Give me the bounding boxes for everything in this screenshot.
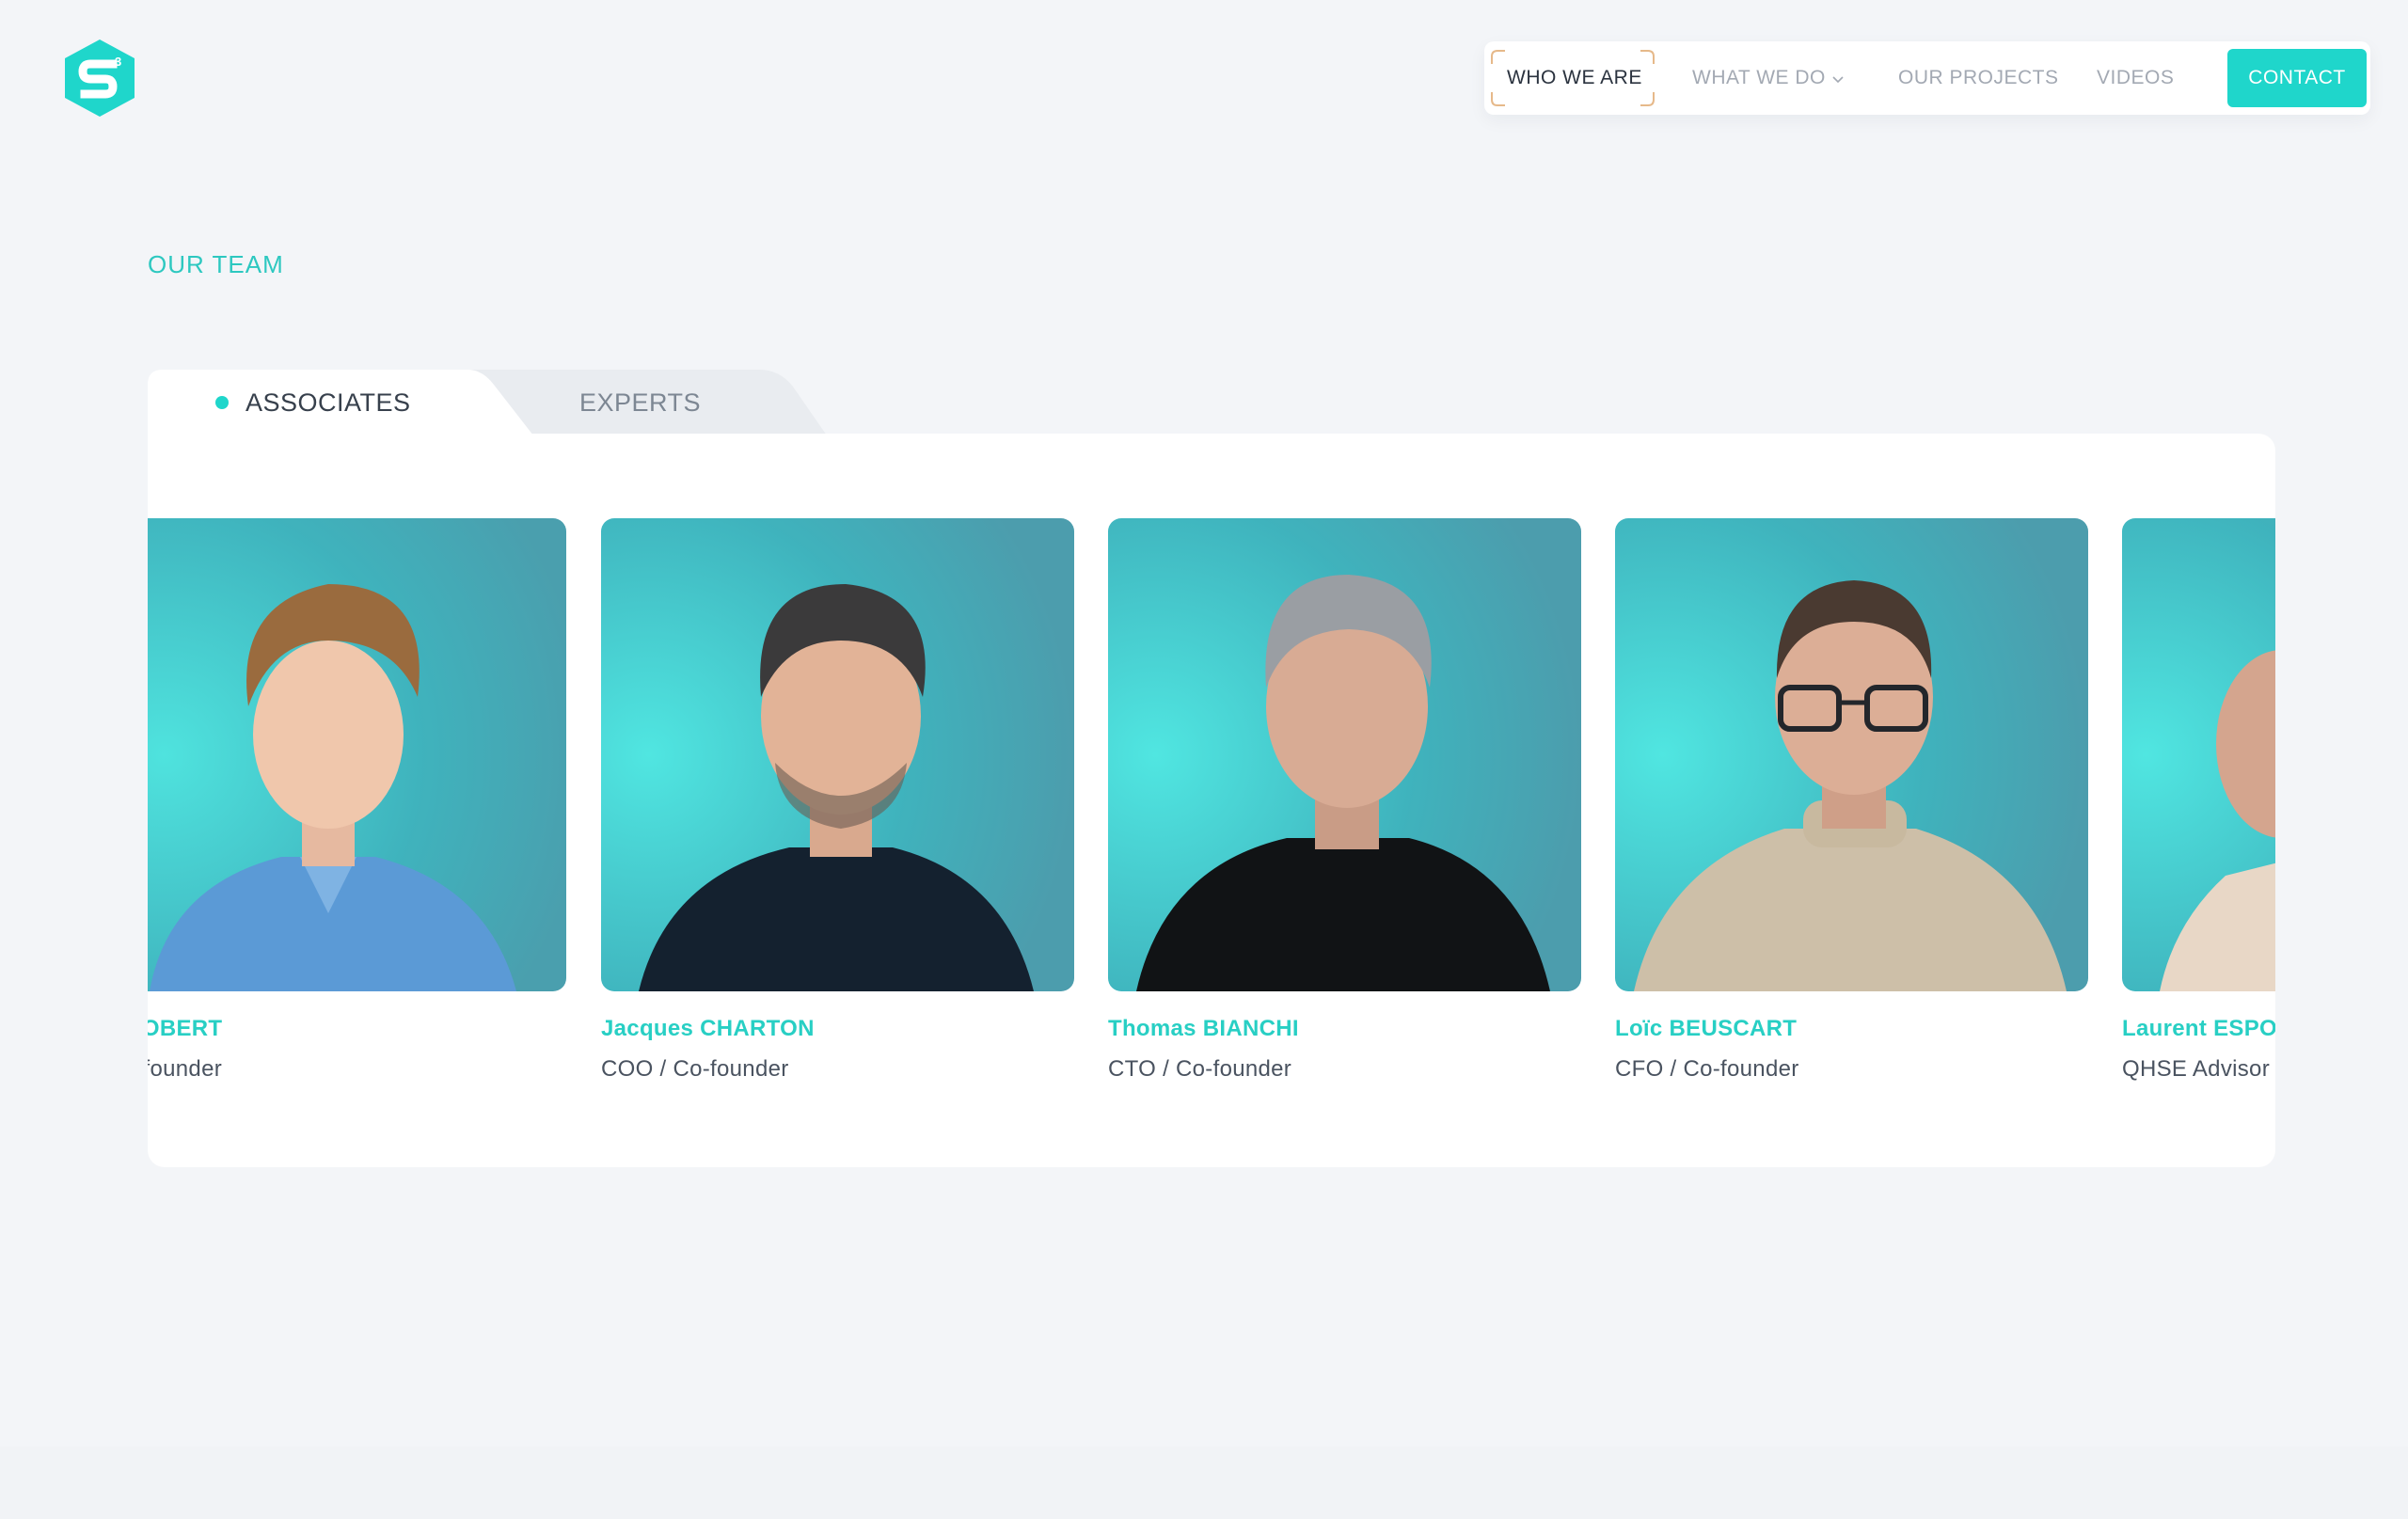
team-member-photo [2122, 518, 2275, 991]
team-member-photo [148, 518, 566, 991]
nav-what-we-do-label: WHAT WE DO [1692, 67, 1826, 88]
section-title: OUR TEAM [148, 250, 284, 278]
nav-who-we-are[interactable]: WHO WE ARE [1507, 41, 1642, 115]
team-member-photo [1615, 518, 2088, 991]
contact-button[interactable]: CONTACT [2227, 49, 2367, 107]
team-member-role: CFO / Co-founder [1615, 1056, 1799, 1082]
nav-what-we-do[interactable]: WHAT WE DO [1692, 41, 1845, 115]
tab-associates[interactable]: ASSOCIATES [246, 370, 411, 435]
team-member-role: COO / Co-founder [601, 1056, 789, 1082]
svg-text:3: 3 [115, 55, 121, 69]
team-member-photo [601, 518, 1074, 991]
main-nav: WHO WE ARE WHAT WE DO OUR PROJECTS VIDEO… [1484, 41, 2370, 115]
team-carousel[interactable]: ck ROBERT / Co-founder [148, 434, 2275, 1167]
tab-experts[interactable]: EXPERTS [579, 370, 701, 435]
team-member-name: Jacques CHARTON [601, 1016, 815, 1041]
team-member-name: Thomas BIANCHI [1108, 1016, 1299, 1041]
team-member-name: Laurent ESPO [2122, 1016, 2275, 1041]
team-member-name: ck ROBERT [148, 1016, 223, 1041]
team-member-photo [1108, 518, 1581, 991]
team-member-role: QHSE Advisor [2122, 1056, 2270, 1082]
nav-our-projects[interactable]: OUR PROJECTS [1898, 41, 2059, 115]
team-member-name: Loïc BEUSCART [1615, 1016, 1798, 1041]
footer-band [0, 1447, 2408, 1519]
nav-who-we-are-label: WHO WE ARE [1507, 67, 1642, 88]
nav-videos-label: VIDEOS [2097, 67, 2175, 88]
nav-videos[interactable]: VIDEOS [2097, 41, 2174, 115]
s3-hexagon-logo-icon[interactable]: 3 [62, 38, 137, 119]
chevron-down-icon [1831, 41, 1845, 115]
team-member-role: CTO / Co-founder [1108, 1056, 1292, 1082]
page: 3 WHO WE ARE WHAT WE DO OUR PROJECTS VID… [0, 0, 2408, 1519]
team-member-role: / Co-founder [148, 1056, 223, 1082]
nav-our-projects-label: OUR PROJECTS [1898, 67, 2059, 88]
team-tabs: ASSOCIATES EXPERTS [148, 370, 844, 435]
team-panel: ck ROBERT / Co-founder [148, 434, 2275, 1167]
active-tab-dot-icon [215, 396, 229, 409]
